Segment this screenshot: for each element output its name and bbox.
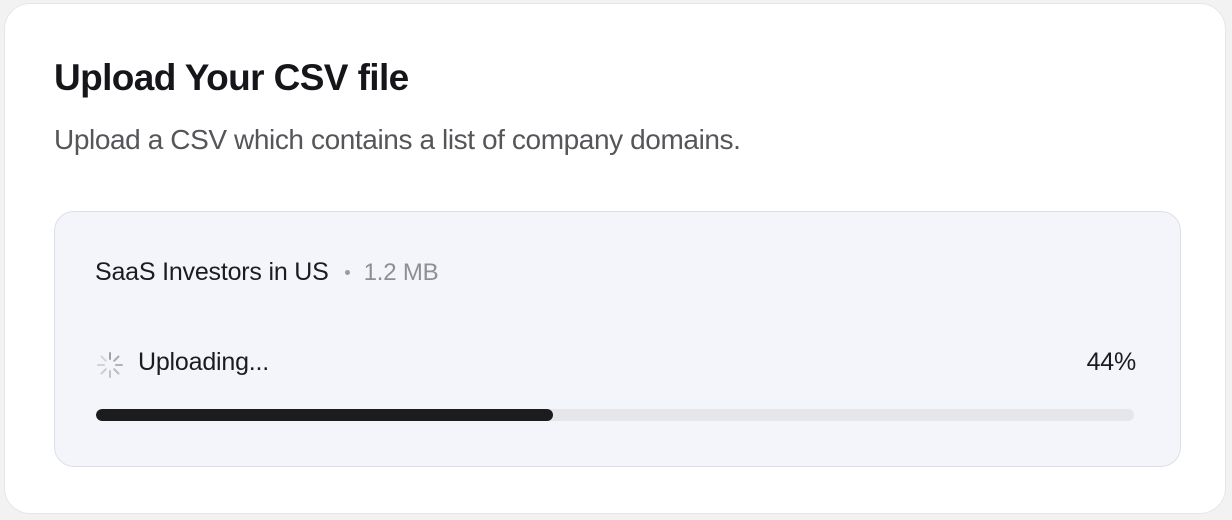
progress-bar-track	[96, 409, 1134, 421]
spinner-icon	[95, 350, 125, 380]
file-size: 1.2 MB	[363, 258, 439, 286]
file-info: SaaS Investors in US 1.2 MB	[95, 258, 439, 287]
upload-card: Upload Your CSV file Upload a CSV which …	[4, 3, 1226, 514]
upload-status-label: Uploading...	[138, 348, 270, 376]
file-name: SaaS Investors in US	[95, 258, 329, 286]
upload-percent-label: 44%	[1086, 348, 1137, 376]
upload-status-row: Uploading... 44%	[95, 346, 1136, 382]
progress-bar-fill	[96, 409, 553, 421]
separator-dot	[344, 270, 350, 275]
card-title: Upload Your CSV file	[54, 57, 409, 98]
card-subtitle: Upload a CSV which contains a list of co…	[54, 124, 741, 155]
file-upload-item: SaaS Investors in US 1.2 MB Uploading...…	[54, 211, 1181, 467]
